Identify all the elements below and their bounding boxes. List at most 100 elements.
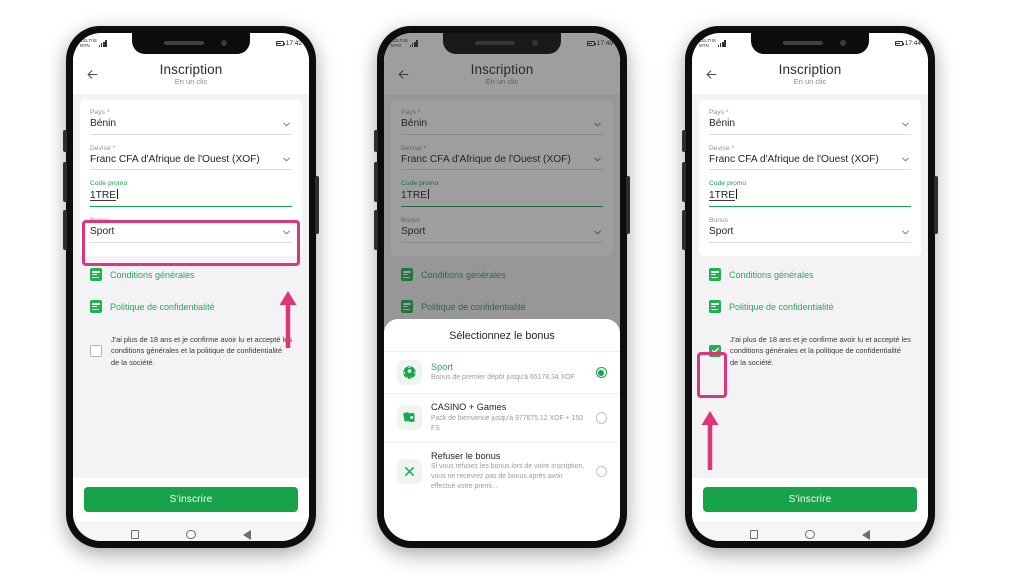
bonus-option-radio[interactable] xyxy=(595,412,607,424)
bonus-option-text: Refuser le bonus Si vous refusez les bon… xyxy=(431,451,587,493)
phone3-content: Pays * Bénin Devise * Franc CFA d'Afriqu… xyxy=(692,94,928,521)
bonus-option-refuse[interactable]: Refuser le bonus Si vous refusez les bon… xyxy=(384,441,620,501)
phone1-mute-switch xyxy=(63,130,67,152)
currency-label: Devise * xyxy=(90,144,116,152)
bonus-option-radio[interactable] xyxy=(595,366,607,379)
playing-cards-icon xyxy=(397,405,422,431)
legal-links: Conditions générales Politique de confid… xyxy=(73,256,309,332)
phone2-screen: CELTIIS MTN 17:49 Inscription En un clic xyxy=(384,33,620,541)
close-x-icon xyxy=(397,458,422,484)
app-bar-titles: Inscription En un clic xyxy=(692,62,928,87)
bonus-label: Bonus xyxy=(90,217,110,225)
phone3-notch xyxy=(751,33,869,54)
country-underline xyxy=(709,133,911,135)
bonus-option-name: Sport xyxy=(431,361,453,372)
carrier-indicator: CELTIIS MTN xyxy=(80,38,107,48)
bonus-value: Sport xyxy=(709,226,734,238)
bonus-option-casino[interactable]: CASINO + Games Pack de bienvenue jusqu'à… xyxy=(384,393,620,442)
bonus-underline xyxy=(90,242,292,244)
phone1-power-button xyxy=(315,176,319,234)
page-title: Inscription xyxy=(778,61,842,77)
document-icon xyxy=(90,300,102,314)
phone2-volume-down-button xyxy=(374,210,378,250)
currency-field[interactable]: Devise * Franc CFA d'Afrique de l'Ouest … xyxy=(90,145,292,171)
phone3-volume-down-button xyxy=(682,210,686,250)
promo-code-input[interactable]: 1TRE xyxy=(90,190,116,201)
consent-row[interactable]: J'ai plus de 18 ans et je confirme avoir… xyxy=(73,332,309,368)
carrier-indicator: CELTIIS MTN xyxy=(699,38,726,48)
status-right-cluster: 17:42 xyxy=(275,40,302,47)
cta-container: S'inscrire xyxy=(692,478,928,521)
bonus-option-sport[interactable]: Sport Bonus de premier dépôt jusqu'à 651… xyxy=(384,351,620,393)
chevron-down-icon[interactable] xyxy=(281,227,292,238)
back-arrow-icon[interactable] xyxy=(83,65,101,83)
country-field[interactable]: Pays * Bénin xyxy=(709,109,911,135)
phone1-volume-down-button xyxy=(63,210,67,250)
bonus-field[interactable]: Bonus Sport xyxy=(90,217,292,244)
phone-mockup-3: CELTIIS MTN 17:44 Inscription En un clic xyxy=(682,26,938,548)
chevron-down-icon[interactable] xyxy=(900,119,911,130)
phone1-content: Pays * Bénin Devise * Franc CFA d'Afriqu… xyxy=(73,94,309,521)
bonus-option-name: Refuser le bonus xyxy=(431,450,501,461)
carrier-name-line2: MTN xyxy=(699,42,709,48)
terms-link[interactable]: Conditions générales xyxy=(90,268,292,282)
promo-code-label: Code promo xyxy=(709,180,747,188)
privacy-link[interactable]: Politique de confidentialité xyxy=(709,300,911,314)
phone3-app-bar: Inscription En un clic xyxy=(692,54,928,94)
consent-row[interactable]: J'ai plus de 18 ans et je confirme avoir… xyxy=(692,332,928,368)
registration-form-card: Pays * Bénin Devise * Franc CFA d'Afriqu… xyxy=(699,100,921,257)
terms-link[interactable]: Conditions générales xyxy=(709,268,911,282)
status-clock: 17:44 xyxy=(904,40,921,47)
phone2-volume-up-button xyxy=(374,162,378,202)
phone1-notch xyxy=(132,33,250,54)
bonus-label: Bonus xyxy=(709,217,729,225)
phone1-system-nav xyxy=(73,521,309,541)
home-button-icon[interactable] xyxy=(805,529,815,540)
back-arrow-icon[interactable] xyxy=(702,65,720,83)
promo-code-field[interactable]: Code promo 1TRE xyxy=(709,180,911,208)
cta-container: S'inscrire xyxy=(73,478,309,521)
front-camera-icon xyxy=(221,40,227,46)
chevron-down-icon[interactable] xyxy=(281,154,292,165)
currency-underline xyxy=(90,169,292,171)
bonus-option-desc: Si vous refusez les bonus lors de votre … xyxy=(431,463,585,490)
back-button-icon[interactable] xyxy=(862,529,871,540)
bonus-field[interactable]: Bonus Sport xyxy=(709,217,911,244)
chevron-down-icon[interactable] xyxy=(900,154,911,165)
phone-mockup-1: CELTIIS MTN 17:42 Inscription En un clic xyxy=(63,26,319,548)
earpiece-speaker-icon xyxy=(783,41,823,45)
signal-strength-icon xyxy=(98,40,107,47)
consent-checkbox[interactable] xyxy=(709,344,721,357)
bonus-option-text: CASINO + Games Pack de bienvenue jusqu'à… xyxy=(431,402,587,434)
country-field[interactable]: Pays * Bénin xyxy=(90,109,292,135)
phone3-system-nav xyxy=(692,521,928,541)
chevron-down-icon[interactable] xyxy=(900,227,911,238)
bonus-option-radio[interactable] xyxy=(595,465,607,477)
screenshot-canvas: CELTIIS MTN 17:42 Inscription En un clic xyxy=(0,0,1024,576)
phone2-power-button xyxy=(626,176,630,234)
promo-code-input[interactable]: 1TRE xyxy=(709,190,735,201)
page-subtitle: En un clic xyxy=(793,77,827,87)
home-button-icon[interactable] xyxy=(186,529,196,540)
bonus-value: Sport xyxy=(90,226,115,238)
back-button-icon[interactable] xyxy=(243,529,252,540)
privacy-link-label: Politique de confidentialité xyxy=(729,301,834,312)
consent-checkbox[interactable] xyxy=(90,344,102,357)
status-right-cluster: 17:44 xyxy=(894,40,921,47)
promo-code-label: Code promo xyxy=(90,180,128,188)
bonus-option-name: CASINO + Games xyxy=(431,402,507,412)
chevron-down-icon[interactable] xyxy=(281,119,292,130)
page-subtitle: En un clic xyxy=(174,77,208,87)
phone-mockup-2: CELTIIS MTN 17:49 Inscription En un clic xyxy=(374,26,630,548)
bonus-underline xyxy=(709,242,911,244)
privacy-link[interactable]: Politique de confidentialité xyxy=(90,300,292,314)
bonus-sheet-title: Sélectionnez le bonus xyxy=(449,330,555,342)
recents-button-icon[interactable] xyxy=(749,530,759,539)
register-button[interactable]: S'inscrire xyxy=(84,487,298,512)
front-camera-icon xyxy=(840,40,846,46)
register-button[interactable]: S'inscrire xyxy=(703,487,917,512)
promo-code-field[interactable]: Code promo 1TRE xyxy=(90,180,292,208)
recents-button-icon[interactable] xyxy=(130,530,140,539)
text-cursor xyxy=(116,189,118,200)
currency-field[interactable]: Devise * Franc CFA d'Afrique de l'Ouest … xyxy=(709,145,911,171)
